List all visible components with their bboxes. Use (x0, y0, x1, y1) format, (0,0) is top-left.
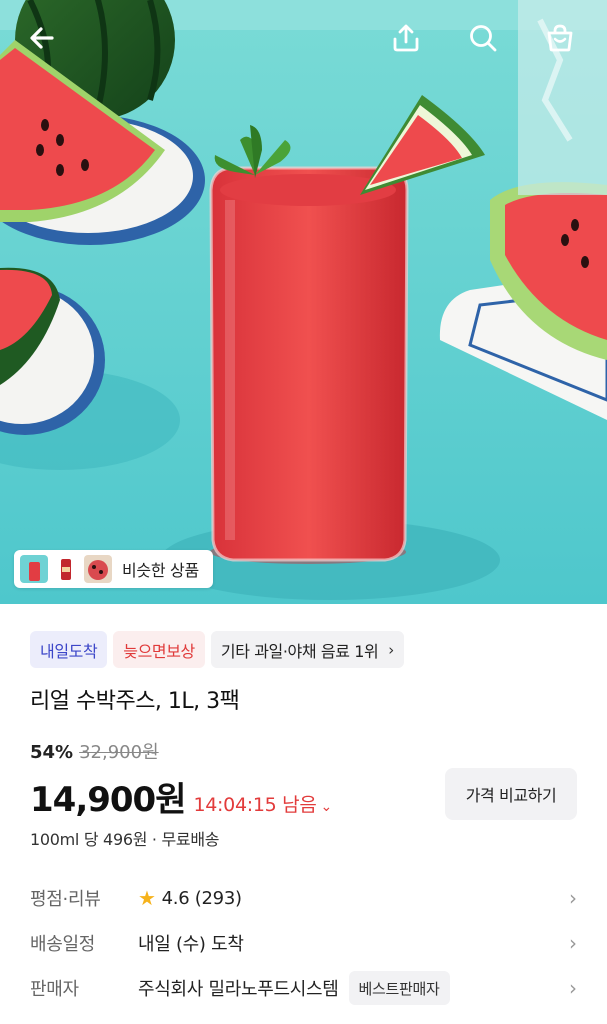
timer-text: 14:04:15 남음 (193, 794, 317, 816)
similar-thumbnail-3 (84, 555, 112, 583)
seller-name: 주식회사 밀라노푸드시스템 (138, 979, 339, 1000)
share-icon (393, 24, 419, 52)
rating-review-key: 평점·리뷰 (30, 889, 101, 910)
deal-timer[interactable]: 14:04:15 남음 ⌄ (193, 790, 333, 817)
seller-key: 판매자 (30, 979, 79, 1000)
watermelon-juice-photo (0, 0, 607, 604)
badge-row: 내일도착 늦으면보상 기타 과일·야채 음료 1위 › (30, 631, 404, 668)
badge-late-compensation: 늦으면보상 (113, 631, 205, 668)
star-icon: ★ (138, 886, 156, 910)
rating-review-row[interactable]: 평점·리뷰 ★ 4.6 (293) › (30, 880, 585, 916)
product-image[interactable]: 비슷한 상품 (0, 0, 607, 604)
top-navigation-bar (0, 0, 607, 78)
ranking-label: 기타 과일·야채 음료 1위 (220, 641, 379, 661)
badge-ranking[interactable]: 기타 과일·야채 음료 1위 › (210, 631, 404, 668)
product-info-panel: 내일도착 늦으면보상 기타 과일·야채 음료 1위 › 리얼 수박주스, 1L,… (0, 604, 607, 1024)
discount-row: 54% 32,900원 (30, 738, 159, 764)
search-button[interactable] (459, 14, 507, 62)
chevron-right-icon: › (388, 640, 394, 659)
cart-icon (547, 24, 573, 52)
sale-price: 14,900원 (30, 780, 186, 820)
back-button[interactable] (18, 14, 66, 62)
price-row: 14,900원 14:04:15 남음 ⌄ (30, 772, 332, 821)
similar-products-button[interactable]: 비슷한 상품 (14, 550, 213, 588)
rating-review-value: ★ 4.6 (293) (138, 886, 242, 910)
chevron-right-icon: › (569, 886, 577, 910)
original-price: 32,900원 (79, 742, 159, 763)
seller-row[interactable]: 판매자 주식회사 밀라노푸드시스템 베스트판매자 › (30, 970, 585, 1006)
share-button[interactable] (382, 14, 430, 62)
delivery-value: 내일 (수) 도착 (138, 934, 244, 955)
compare-price-button[interactable]: 가격 비교하기 (445, 768, 577, 820)
discount-rate: 54% (30, 742, 74, 763)
product-title: 리얼 수박주스, 1L, 3팩 (30, 689, 240, 714)
arrow-left-icon (30, 27, 54, 49)
seller-value: 주식회사 밀라노푸드시스템 베스트판매자 (138, 971, 450, 1005)
similar-products-label: 비슷한 상품 (122, 561, 199, 580)
unit-price-info: 100ml 당 496원 · 무료배송 (30, 830, 220, 849)
similar-thumbnail-1 (20, 555, 48, 583)
best-seller-badge: 베스트판매자 (348, 971, 450, 1005)
chevron-right-icon: › (569, 976, 577, 1000)
chevron-down-icon: ⌄ (320, 799, 333, 815)
cart-button[interactable] (536, 14, 584, 62)
delivery-key: 배송일정 (30, 934, 96, 955)
similar-thumbnail-2 (52, 555, 80, 583)
search-icon (470, 25, 497, 52)
rating-text: 4.6 (293) (161, 887, 242, 909)
chevron-right-icon: › (569, 931, 577, 955)
badge-tomorrow-arrival: 내일도착 (30, 631, 108, 668)
delivery-schedule-row[interactable]: 배송일정 내일 (수) 도착 › (30, 925, 585, 961)
